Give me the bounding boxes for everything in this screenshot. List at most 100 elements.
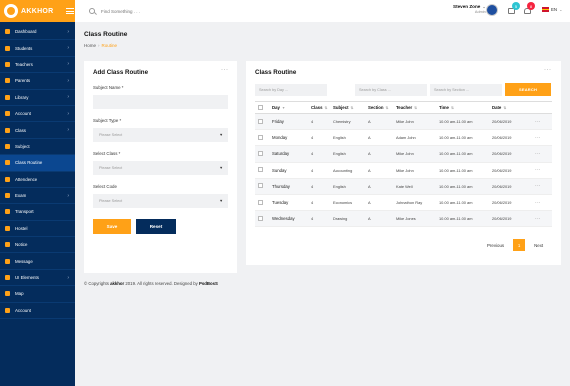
chevron-right-icon: › xyxy=(67,192,69,199)
select-class-select[interactable]: Please Select ▼ xyxy=(93,161,228,175)
header-search xyxy=(89,8,181,14)
sidebar-item-label: Class Routine xyxy=(15,160,43,166)
select-code-select[interactable]: Please Select ▼ xyxy=(93,194,228,208)
sidebar-item-class[interactable]: Class › xyxy=(0,122,75,139)
footer-brand[interactable]: akkhor xyxy=(110,281,124,286)
sidebar-item-attendence[interactable]: Attendence xyxy=(0,172,75,188)
add-routine-title: Add Class Routine xyxy=(93,69,149,76)
select-all-checkbox[interactable] xyxy=(255,101,269,114)
search-icon[interactable] xyxy=(89,8,95,14)
user-menu[interactable]: Steven Zone ⌄ Admin xyxy=(453,4,486,14)
row-actions-icon[interactable]: ··· xyxy=(532,129,552,147)
pager-next[interactable]: Next xyxy=(534,243,543,248)
subject-type-select[interactable]: Please Select ▼ xyxy=(93,128,228,142)
column-header-date[interactable]: Date ⇅ xyxy=(489,101,532,114)
breadcrumb-home[interactable]: Home xyxy=(84,43,96,48)
sidebar-item-hostel[interactable]: Hostel xyxy=(0,221,75,238)
page-title: Class Routine xyxy=(84,31,128,38)
column-header-subject[interactable]: Subject ⇅ xyxy=(330,101,365,114)
row-actions-icon[interactable]: ··· xyxy=(532,210,552,228)
chevron-right-icon: › xyxy=(67,28,69,35)
sidebar-item-parents[interactable]: Parents › xyxy=(0,73,75,90)
column-header-teacher[interactable]: Teacher ⇅ xyxy=(393,101,436,114)
row-checkbox[interactable] xyxy=(255,210,269,228)
breadcrumb-current: Routine xyxy=(101,43,118,48)
row-actions-icon[interactable]: ··· xyxy=(532,113,552,131)
logo-icon[interactable] xyxy=(4,4,18,18)
row-actions-icon[interactable]: ··· xyxy=(532,145,552,163)
sidebar-item-account[interactable]: Account › xyxy=(0,106,75,123)
chevron-right-icon: › xyxy=(67,45,69,52)
sidebar-item-exam[interactable]: Exam › xyxy=(0,188,75,205)
row-checkbox[interactable] xyxy=(255,145,269,163)
menu-item-icon xyxy=(5,291,10,297)
header-search-input[interactable] xyxy=(101,8,181,14)
row-checkbox[interactable] xyxy=(255,113,269,131)
sidebar-item-label: Notice xyxy=(15,242,28,248)
table-row[interactable]: Monday 4 English A Adam John 10.00 am-11.00 a… xyxy=(255,129,552,147)
sidebar-item-account[interactable]: Account xyxy=(0,303,75,320)
sidebar-item-students[interactable]: Students › xyxy=(0,40,75,57)
avatar[interactable] xyxy=(486,4,498,16)
sidebar-item-notice[interactable]: Notice xyxy=(0,237,75,254)
sidebar-item-transport[interactable]: Transport xyxy=(0,204,75,221)
search-button[interactable]: SEARCH xyxy=(505,83,551,96)
menu-item-icon xyxy=(5,242,10,248)
menu-item-icon xyxy=(5,29,10,35)
table-row[interactable]: Tuesday 4 Economics A Johnathon Ray 10.00 am-… xyxy=(255,194,552,212)
more-options-icon[interactable]: ··· xyxy=(544,67,552,73)
column-header-class[interactable]: Class ⇅ xyxy=(308,101,330,114)
cell-section: A xyxy=(365,162,393,179)
pager-page-1[interactable]: 1 xyxy=(513,239,526,251)
select-placeholder: Please Select xyxy=(99,199,123,203)
row-checkbox[interactable] xyxy=(255,178,269,195)
caret-down-icon: ▼ xyxy=(219,133,223,137)
row-actions-icon[interactable]: ··· xyxy=(532,178,552,195)
sidebar-item-dashboard[interactable]: Dashboard › xyxy=(0,24,75,41)
sidebar-item-teachers[interactable]: Teachers › xyxy=(0,57,75,74)
flag-icon xyxy=(542,7,549,12)
table-row[interactable]: Friday 4 Chemistry A Mike John 10.00 am-11.00… xyxy=(255,113,552,131)
sidebar-item-ui-elements[interactable]: UI Elements › xyxy=(0,270,75,287)
table-row[interactable]: Sunday 4 Accounting A Mike John 10.00 am-11.0… xyxy=(255,162,552,179)
sidebar-item-class-routine[interactable]: Class Routine xyxy=(0,155,75,172)
row-actions-icon[interactable]: ··· xyxy=(532,162,552,179)
more-options-icon[interactable]: ··· xyxy=(221,67,229,73)
sidebar-item-label: Parents xyxy=(15,78,31,84)
cell-date: 20/06/2019 xyxy=(489,129,532,147)
reset-button[interactable]: Reset xyxy=(136,219,176,234)
chevron-right-icon: › xyxy=(67,61,69,68)
filter-class-input[interactable]: Search by Class ... xyxy=(355,84,427,96)
language-selector[interactable]: EN ⌄ xyxy=(542,7,562,12)
filter-section-input[interactable]: Search by Section ... xyxy=(430,84,502,96)
subject-name-input[interactable] xyxy=(93,95,228,109)
sidebar-item-map[interactable]: Map xyxy=(0,286,75,303)
row-actions-icon[interactable]: ··· xyxy=(532,194,552,212)
column-header-time[interactable]: Time ⇅ xyxy=(436,101,489,114)
sort-icon: ▼ xyxy=(281,106,286,110)
brand-name[interactable]: AKKHOR xyxy=(21,8,54,15)
cell-teacher: Mike John xyxy=(393,162,436,179)
cell-day: Saturday xyxy=(269,145,308,163)
select-placeholder: Please Select xyxy=(99,133,123,137)
sidebar-item-library[interactable]: Library › xyxy=(0,90,75,106)
routine-table: Day ▼ Class ⇅ Subject ⇅ Section ⇅ Teacher ⇅ T… xyxy=(255,101,552,228)
table-row[interactable]: Thursday 4 English A Kate Well 10.00 am-11.00… xyxy=(255,178,552,195)
row-checkbox[interactable] xyxy=(255,129,269,147)
row-checkbox[interactable] xyxy=(255,162,269,179)
sidebar-item-message[interactable]: Message xyxy=(0,253,75,270)
cell-time: 10.00 am-11.00 am xyxy=(436,178,489,195)
table-row[interactable]: Saturday 4 English A Mike John 10.00 am-11.00… xyxy=(255,145,552,163)
column-header-day[interactable]: Day ▼ xyxy=(269,101,308,114)
pager-previous[interactable]: Previous xyxy=(487,243,504,248)
table-row[interactable]: Wednesday 4 Drawing A Mike Jones 10.00 am-11.… xyxy=(255,210,552,228)
menu-toggle-icon[interactable] xyxy=(65,8,74,14)
row-checkbox[interactable] xyxy=(255,194,269,212)
footer-designer[interactable]: PsdBosS xyxy=(199,281,218,286)
user-name: Steven Zone xyxy=(453,4,481,9)
save-button[interactable]: Save xyxy=(93,219,131,234)
sidebar-item-subject[interactable]: Subject xyxy=(0,139,75,156)
sort-icon: ⇅ xyxy=(503,106,507,110)
column-header-section[interactable]: Section ⇅ xyxy=(365,101,393,114)
filter-day-input[interactable]: Search by Day ... xyxy=(255,84,327,96)
